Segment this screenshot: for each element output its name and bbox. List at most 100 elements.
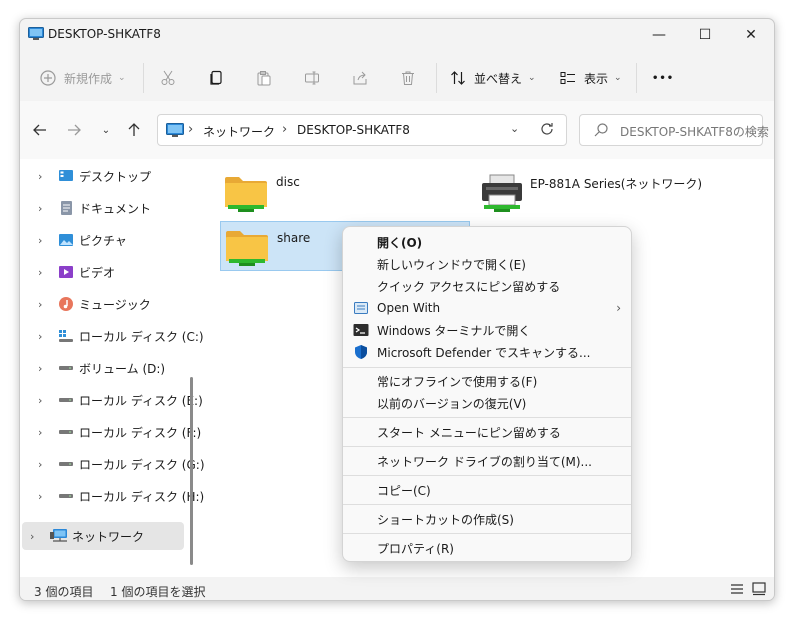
sidebar-item-label: デスクトップ [79, 169, 152, 184]
sort-arrows-icon [450, 70, 466, 86]
sidebar-item-label: ピクチャ [79, 233, 127, 248]
view-label: 表示 [584, 71, 609, 86]
expand-chevron-icon[interactable]: › [38, 394, 42, 407]
sidebar-item-drive-h[interactable]: › ローカル ディスク (H:) [22, 482, 204, 510]
expand-chevron-icon[interactable]: › [38, 458, 42, 471]
menu-item-map-network-drive[interactable]: ネットワーク ドライブの割り当て(M)... [347, 450, 629, 472]
sidebar-item-drive-d[interactable]: › ボリューム (D:) [22, 354, 184, 382]
refresh-icon[interactable] [540, 122, 554, 139]
sidebar-item-drive-e[interactable]: › ローカル ディスク (E:) [22, 386, 203, 414]
sidebar-item-music[interactable]: › ミュージック [22, 290, 184, 318]
menu-item-label: ショートカットの作成(S) [377, 512, 514, 527]
paste-button[interactable] [256, 67, 272, 89]
expand-chevron-icon[interactable]: › [38, 490, 42, 503]
expand-chevron-icon[interactable]: › [30, 530, 34, 543]
delete-button[interactable] [400, 67, 416, 89]
toolbar-divider [143, 63, 144, 93]
sidebar-item-label: ローカル ディスク (E:) [79, 393, 203, 408]
menu-item-open-new-window[interactable]: 新しいウィンドウで開く(E) [347, 253, 629, 275]
expand-chevron-icon[interactable]: › [38, 234, 42, 247]
menu-item-label: Microsoft Defender でスキャンする... [377, 345, 591, 360]
sidebar-item-label: ローカル ディスク (H:) [79, 489, 205, 504]
sidebar-item-network[interactable]: › ネットワーク [22, 522, 184, 550]
expand-chevron-icon[interactable]: › [38, 426, 42, 439]
expand-chevron-icon[interactable]: › [38, 202, 42, 215]
navigation-row: ⌄ › ネットワーク › DESKTOP-SHKATF8 ⌄ DESKTOP-S… [20, 101, 774, 159]
back-arrow-icon[interactable] [30, 121, 50, 139]
copy-button[interactable] [208, 67, 224, 89]
file-item-label: EP-881A Series(ネットワーク) [530, 177, 703, 191]
forward-arrow-icon[interactable] [64, 121, 84, 139]
sidebar-item-label: ボリューム (D:) [79, 361, 166, 376]
sidebar-item-drive-g[interactable]: › ローカル ディスク (G:) [22, 450, 205, 478]
close-button[interactable]: ✕ [728, 19, 774, 51]
menu-item-always-offline[interactable]: 常にオフラインで使用する(F) [347, 370, 629, 392]
menu-item-defender-scan[interactable]: Microsoft Defender でスキャンする... [347, 341, 629, 363]
maximize-button[interactable]: ☐ [682, 19, 728, 51]
sort-button[interactable]: 並べ替え ⌄ [450, 67, 536, 89]
menu-item-create-shortcut[interactable]: ショートカットの作成(S) [347, 508, 629, 530]
sidebar-item-label: ローカル ディスク (G:) [79, 457, 205, 472]
sidebar-item-desktop[interactable]: › デスクトップ [22, 162, 184, 190]
sidebar-scrollbar[interactable] [190, 377, 193, 565]
breadcrumb-network[interactable]: ネットワーク [203, 123, 275, 140]
menu-item-open[interactable]: 開く(O) [347, 231, 629, 253]
toolbar-divider [436, 63, 437, 93]
printer-icon [480, 173, 524, 216]
view-button[interactable]: 表示 ⌄ [560, 67, 622, 89]
cut-button[interactable] [160, 67, 176, 89]
menu-item-properties[interactable]: プロパティ(R) [347, 537, 629, 559]
expand-chevron-icon[interactable]: › [38, 266, 42, 279]
menu-item-pin-start[interactable]: スタート メニューにピン留めする [347, 421, 629, 443]
breadcrumb-computer[interactable]: DESKTOP-SHKATF8 [297, 123, 410, 137]
breadcrumb-chevron-icon: › [188, 122, 194, 137]
share-button[interactable] [352, 67, 368, 89]
address-bar[interactable]: › ネットワーク › DESKTOP-SHKATF8 ⌄ [157, 114, 567, 146]
menu-item-restore-previous[interactable]: 以前のバージョンの復元(V) [347, 392, 629, 414]
file-item-disc[interactable]: disc [224, 167, 464, 219]
menu-item-copy[interactable]: コピー(C) [347, 479, 629, 501]
sidebar-item-documents[interactable]: › ドキュメント [22, 194, 184, 222]
scissors-icon [160, 70, 176, 86]
more-options-button[interactable]: ••• [652, 67, 674, 89]
sidebar-item-pictures[interactable]: › ピクチャ [22, 226, 184, 254]
menu-item-open-with[interactable]: Open With › [347, 297, 629, 319]
document-icon [58, 200, 74, 216]
menu-item-label: Windows ターミナルで開く [377, 323, 531, 338]
menu-separator [343, 475, 631, 476]
new-button[interactable]: 新規作成 ⌄ [40, 67, 126, 89]
chevron-down-icon: ⌄ [528, 73, 536, 83]
chevron-down-icon: ⌄ [118, 73, 126, 83]
toolbar-divider [636, 63, 637, 93]
rename-button[interactable] [304, 67, 320, 89]
up-arrow-icon[interactable] [124, 121, 144, 139]
copy-icon [208, 70, 224, 86]
search-box[interactable]: DESKTOP-SHKATF8の検索 [579, 114, 769, 146]
expand-chevron-icon[interactable]: › [38, 362, 42, 375]
recent-locations-chevron-icon[interactable]: ⌄ [96, 121, 116, 139]
video-icon [58, 264, 74, 280]
network-icon [50, 528, 67, 544]
file-item-printer[interactable]: EP-881A Series(ネットワーク) [478, 167, 738, 219]
sidebar-item-drive-c[interactable]: › ローカル ディスク (C:) [22, 322, 204, 350]
computer-icon [28, 27, 44, 41]
menu-item-label: 開く(O) [377, 235, 423, 250]
sidebar-item-label: ビデオ [79, 265, 116, 280]
menu-item-open-terminal[interactable]: Windows ターミナルで開く [347, 319, 629, 341]
sidebar-item-label: ミュージック [79, 297, 151, 312]
expand-chevron-icon[interactable]: › [38, 298, 42, 311]
sidebar-item-drive-f[interactable]: › ローカル ディスク (F:) [22, 418, 201, 446]
navigation-pane: › デスクトップ › ドキュメント › ピクチャ › ビデオ › ミュージック … [20, 159, 205, 577]
expand-chevron-icon[interactable]: › [38, 170, 42, 183]
drive-icon [58, 392, 74, 408]
menu-item-pin-quick-access[interactable]: クイック アクセスにピン留めする [347, 275, 629, 297]
menu-item-label: Open With [377, 301, 441, 315]
tiles-view-icon[interactable] [752, 582, 766, 599]
details-view-icon[interactable] [730, 582, 744, 599]
minimize-button[interactable]: — [636, 19, 682, 51]
sidebar-item-videos[interactable]: › ビデオ [22, 258, 184, 286]
address-history-chevron-icon[interactable]: ⌄ [510, 122, 519, 135]
menu-item-label: 新しいウィンドウで開く(E) [377, 257, 526, 272]
menu-item-label: 以前のバージョンの復元(V) [377, 396, 527, 411]
expand-chevron-icon[interactable]: › [38, 330, 42, 343]
